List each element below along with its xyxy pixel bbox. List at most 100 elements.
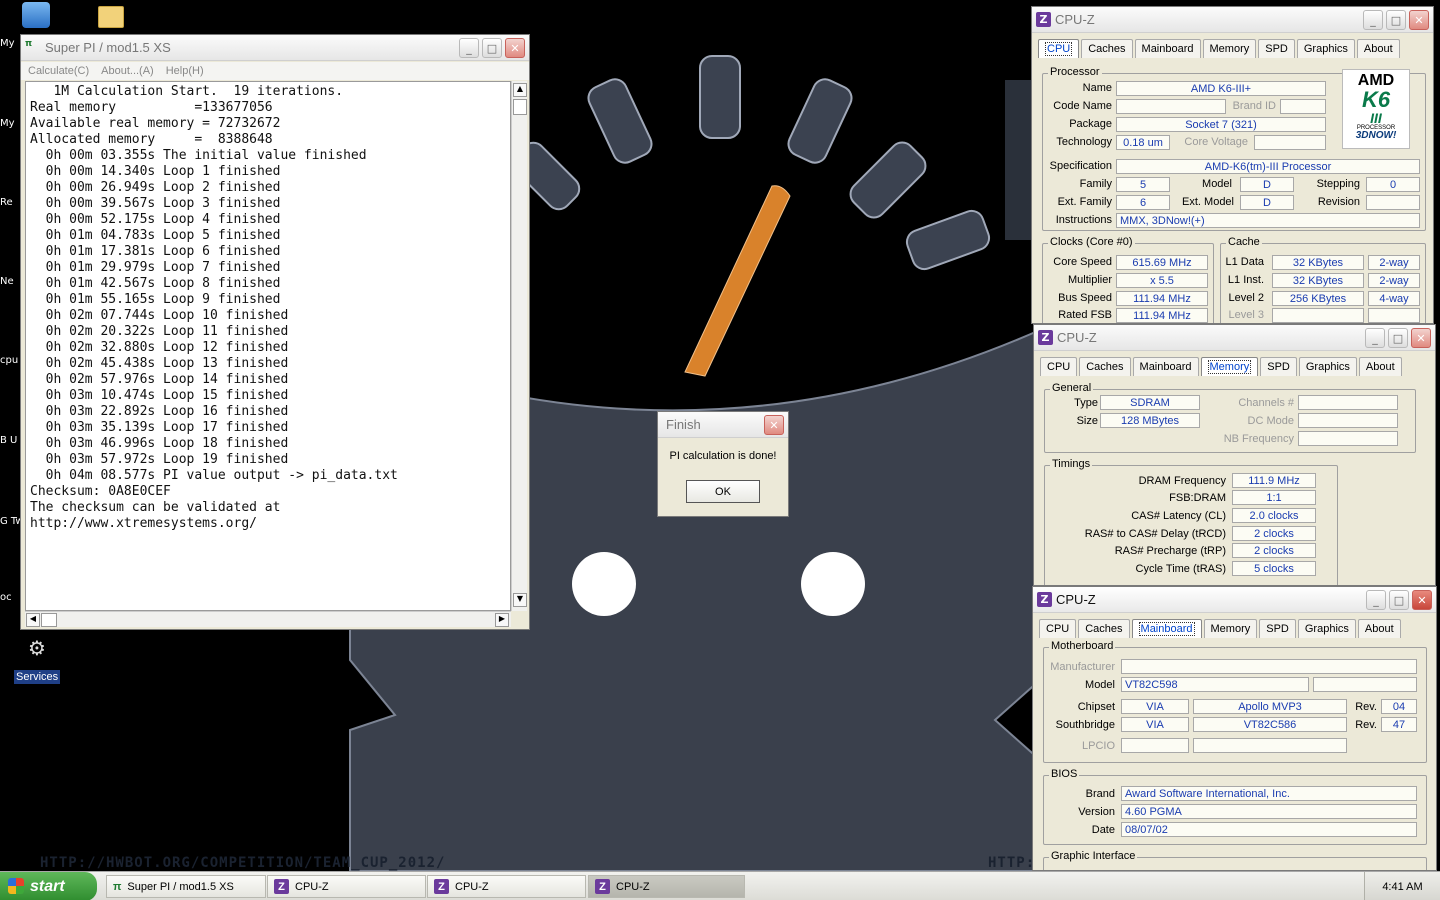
mb-model-label: Model — [1085, 679, 1115, 691]
desktop-icon-label-7[interactable]: G Tw — [0, 516, 20, 527]
tab-about[interactable]: About — [1358, 357, 1402, 376]
minimize-button[interactable]: _ — [459, 38, 479, 58]
rcd-label: RAS# to CAS# Delay (tRCD) — [1084, 528, 1226, 540]
services-gear-icon[interactable]: ⚙ — [24, 636, 50, 662]
tab-cpu[interactable]: CPU — [1040, 357, 1078, 376]
close-button[interactable]: ✕ — [1409, 10, 1429, 30]
dcmode-value — [1298, 413, 1398, 428]
taskbar-item-cpuz-3[interactable]: Z CPU-Z — [588, 875, 745, 898]
vertical-scroll-thumb[interactable] — [513, 99, 527, 115]
superpi-titlebar[interactable]: π Super PI / mod1.5 XS _ □ ✕ — [21, 35, 529, 61]
tab-memory[interactable]: Memory — [1200, 357, 1259, 376]
system-tray-clock[interactable]: 4:41 AM — [1364, 872, 1440, 900]
tab-caches[interactable]: Caches — [1081, 39, 1133, 58]
menu-about[interactable]: About...(A) — [101, 65, 154, 77]
lpcio-name — [1193, 738, 1347, 753]
vertical-scrollbar[interactable]: ▲ ▼ — [511, 81, 527, 611]
tab-mainboard[interactable]: Mainboard — [1132, 357, 1199, 376]
l1data-label: L1 Data — [1225, 256, 1264, 268]
desktop-icon-label-2[interactable]: My — [0, 118, 20, 129]
l1inst-way: 2-way — [1368, 273, 1420, 288]
horizontal-scrollbar[interactable]: ◀ ▶ — [25, 611, 511, 627]
name-value: AMD K6-III+ — [1116, 81, 1326, 96]
tab-spd[interactable]: SPD — [1259, 619, 1296, 638]
output-line: 0h 02m 20.322s Loop 11 finished — [30, 324, 289, 339]
size-value: 128 MBytes — [1100, 413, 1200, 428]
cpuz-cpu-titlebar[interactable]: Z CPU-Z _ □ ✕ — [1032, 7, 1433, 33]
busspeed-value: 111.94 MHz — [1116, 291, 1208, 306]
finish-close-button[interactable]: ✕ — [764, 415, 784, 435]
services-icon-label[interactable]: Services — [14, 670, 61, 684]
graphic-interface-group: Graphic Interface — [1043, 850, 1427, 870]
taskbar-item-cpuz-2[interactable]: Z CPU-Z — [427, 875, 586, 898]
cas-value: 2.0 clocks — [1232, 508, 1316, 523]
desktop-icon-label-8[interactable]: oc — [0, 592, 20, 603]
superpi-window: π Super PI / mod1.5 XS _ □ ✕ Calculate(C… — [20, 34, 530, 630]
output-line: 0h 00m 39.567s Loop 3 finished — [30, 196, 281, 211]
tab-mainboard[interactable]: Mainboard — [1134, 39, 1201, 58]
level2-way: 4-way — [1368, 291, 1420, 306]
maximize-button[interactable]: □ — [1388, 328, 1408, 348]
output-line: 0h 03m 35.139s Loop 17 finished — [30, 420, 289, 435]
tab-mainboard[interactable]: Mainboard — [1131, 619, 1202, 638]
menu-calculate[interactable]: Calculate(C) — [28, 65, 89, 77]
close-button[interactable]: ✕ — [505, 38, 525, 58]
taskbar-item-superpi[interactable]: π Super PI / mod1.5 XS — [106, 875, 266, 898]
ok-button[interactable]: OK — [686, 480, 760, 503]
amd-k6-logo: AMD K6 III PROCESSOR 3DNOW! — [1342, 69, 1410, 149]
output-line: The checksum can be validated at — [30, 500, 281, 515]
maximize-button[interactable]: □ — [1386, 10, 1406, 30]
taskbar-item-cpuz-1[interactable]: Z CPU-Z — [267, 875, 426, 898]
minimize-button[interactable]: _ — [1365, 328, 1385, 348]
scroll-left-arrow-icon[interactable]: ◀ — [26, 613, 40, 627]
cas-label: CAS# Latency (CL) — [1131, 510, 1226, 522]
tab-graphics[interactable]: Graphics — [1298, 357, 1357, 376]
scroll-up-arrow-icon[interactable]: ▲ — [513, 83, 527, 97]
menu-help[interactable]: Help(H) — [166, 65, 204, 77]
desktop-icon-documents[interactable] — [22, 2, 50, 28]
desktop-icon-label-5[interactable]: cpu — [0, 355, 20, 366]
maximize-button[interactable]: □ — [482, 38, 502, 58]
folder-icon[interactable] — [98, 6, 124, 28]
stepping-label: Stepping — [1316, 178, 1360, 190]
maximize-button[interactable]: □ — [1389, 590, 1409, 610]
finish-titlebar[interactable]: Finish ✕ — [658, 412, 788, 438]
tab-about[interactable]: About — [1357, 619, 1401, 638]
desktop-icon-label-1[interactable]: My — [0, 38, 20, 49]
scroll-right-arrow-icon[interactable]: ▶ — [495, 613, 509, 627]
brandid-label: Brand ID — [1232, 100, 1276, 112]
horizontal-scroll-thumb[interactable] — [41, 613, 57, 627]
output-line: 0h 00m 26.949s Loop 2 finished — [30, 180, 281, 195]
output-line: 0h 00m 03.355s The initial value finishe… — [30, 148, 367, 163]
tab-memory[interactable]: Memory — [1202, 39, 1257, 58]
desktop-icon-label-4[interactable]: Ne — [0, 276, 20, 287]
cpuz-memory-titlebar[interactable]: Z CPU-Z _ □ ✕ — [1034, 325, 1435, 351]
extmodel-label: Ext. Model — [1182, 196, 1234, 208]
tab-spd[interactable]: SPD — [1258, 39, 1295, 58]
tab-memory[interactable]: Memory — [1203, 619, 1258, 638]
superpi-pi-icon: π — [25, 38, 33, 49]
lpcio-label: LPCIO — [1081, 740, 1115, 752]
output-line: 0h 03m 46.996s Loop 18 finished — [30, 436, 289, 451]
output-line: http://www.xtremesystems.org/ — [30, 516, 257, 531]
start-button[interactable]: start — [0, 872, 97, 900]
output-line: 0h 01m 17.381s Loop 6 finished — [30, 244, 281, 259]
close-button[interactable]: ✕ — [1412, 590, 1432, 610]
tab-spd[interactable]: SPD — [1260, 357, 1297, 376]
tab-cpu[interactable]: CPU — [1038, 39, 1080, 58]
extmodel-value: D — [1240, 195, 1294, 210]
scroll-down-arrow-icon[interactable]: ▼ — [513, 593, 527, 607]
tab-caches[interactable]: Caches — [1078, 619, 1130, 638]
minimize-button[interactable]: _ — [1366, 590, 1386, 610]
tab-graphics[interactable]: Graphics — [1296, 39, 1355, 58]
close-button[interactable]: ✕ — [1411, 328, 1431, 348]
desktop-icon-label-3[interactable]: Re — [0, 197, 20, 208]
minimize-button[interactable]: _ — [1363, 10, 1383, 30]
cpuz-mainboard-titlebar[interactable]: Z CPU-Z _ □ ✕ — [1033, 587, 1436, 613]
desktop-icon-label-6[interactable]: B U — [0, 435, 20, 446]
tab-about[interactable]: About — [1356, 39, 1400, 58]
tab-graphics[interactable]: Graphics — [1297, 619, 1356, 638]
tab-caches[interactable]: Caches — [1079, 357, 1131, 376]
bios-brand-value: Award Software International, Inc. — [1121, 786, 1417, 801]
tab-cpu[interactable]: CPU — [1039, 619, 1077, 638]
